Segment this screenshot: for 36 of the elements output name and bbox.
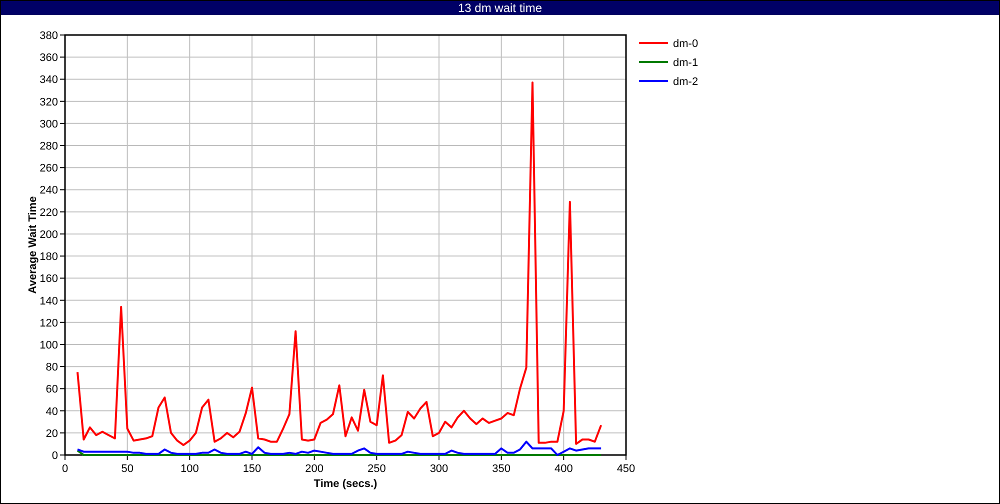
y-tick-label: 220 <box>40 206 58 219</box>
legend-label: dm-0 <box>673 38 698 50</box>
y-axis-title: Average Wait Time <box>27 196 39 294</box>
y-tick-label: 100 <box>40 339 58 352</box>
x-tick-label: 350 <box>492 463 511 475</box>
y-tick-label: 200 <box>40 228 58 241</box>
x-tick-label: 50 <box>121 463 134 475</box>
y-tick-label: 240 <box>40 184 58 197</box>
y-tick-label: 80 <box>46 362 58 374</box>
y-tick-label: 0 <box>52 450 58 462</box>
y-tick-label: 140 <box>40 295 58 308</box>
x-tick-label: 300 <box>430 463 448 475</box>
y-tick-label: 260 <box>40 162 58 175</box>
x-tick-label: 250 <box>367 463 386 475</box>
x-tick-label: 450 <box>616 463 636 475</box>
y-tick-label: 320 <box>40 96 58 108</box>
legend-label: dm-2 <box>673 76 698 88</box>
y-tick-label: 300 <box>40 118 58 130</box>
y-tick-label: 60 <box>46 384 58 396</box>
y-tick-label: 280 <box>40 140 58 153</box>
x-tick-label: 0 <box>62 463 68 475</box>
x-tick-label: 400 <box>554 463 573 475</box>
y-tick-label: 40 <box>46 406 58 418</box>
y-tick-label: 340 <box>40 74 58 86</box>
legend-label: dm-1 <box>673 57 698 69</box>
x-tick-label: 150 <box>242 463 262 475</box>
y-tick-label: 380 <box>40 30 58 42</box>
y-tick-label: 180 <box>40 251 58 264</box>
x-axis-title: Time (secs.) <box>314 478 378 490</box>
y-tick-label: 160 <box>40 273 58 286</box>
y-tick-label: 120 <box>40 317 58 330</box>
x-tick-label: 100 <box>180 463 199 475</box>
window-title: 13 dm wait time <box>1 1 999 15</box>
x-tick-label: 200 <box>305 463 324 475</box>
y-tick-label: 20 <box>46 428 58 440</box>
y-tick-label: 360 <box>40 52 58 64</box>
